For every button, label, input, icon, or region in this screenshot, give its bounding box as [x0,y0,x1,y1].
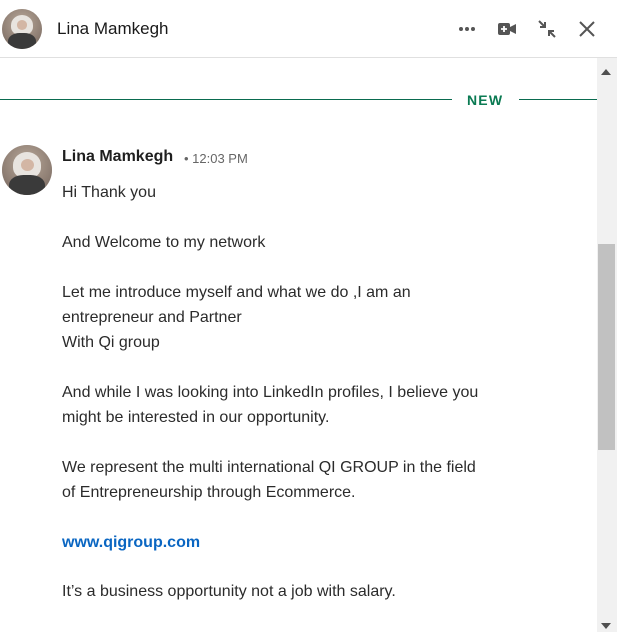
message-line: It’s a business opportunity not a job wi… [62,583,396,600]
conversation-title[interactable]: Lina Mamkegh [57,19,169,39]
message-line: of Entrepreneurship through Ecommerce. [62,484,356,501]
header-avatar[interactable] [2,9,42,49]
new-divider-line-right [519,99,597,100]
more-icon[interactable] [454,16,480,42]
vertical-scrollbar[interactable] [597,58,617,632]
message-line: Let me introduce myself and what we do ,… [62,284,411,301]
scroll-down-arrow-icon[interactable] [601,623,611,629]
chat-header: Lina Mamkegh [0,0,617,58]
message-line: might be interested in our opportunity. [62,409,330,426]
new-messages-divider: NEW [467,92,504,108]
sender-avatar[interactable] [2,145,52,195]
message-line: And Welcome to my network [62,234,266,251]
website-link[interactable]: www.qigroup.com [62,533,200,553]
message-line: We represent the multi international QI … [62,459,476,476]
minimize-icon[interactable] [534,16,560,42]
message-line: entrepreneur and Partner [62,309,242,326]
scroll-up-arrow-icon[interactable] [601,69,611,75]
message-list[interactable]: NEW Lina Mamkegh • 12:03 PM Hi Thank you… [0,58,597,632]
sender-name[interactable]: Lina Mamkegh [62,148,173,166]
scroll-thumb[interactable] [598,244,615,450]
message-line: And while I was looking into LinkedIn pr… [62,384,479,401]
message-timestamp: • 12:03 PM [184,151,248,166]
close-icon[interactable] [574,16,600,42]
message-line: With Qi group [62,334,160,351]
message-line: Hi Thank you [62,184,156,201]
new-divider-line-left [0,99,452,100]
video-call-icon[interactable] [494,16,520,42]
